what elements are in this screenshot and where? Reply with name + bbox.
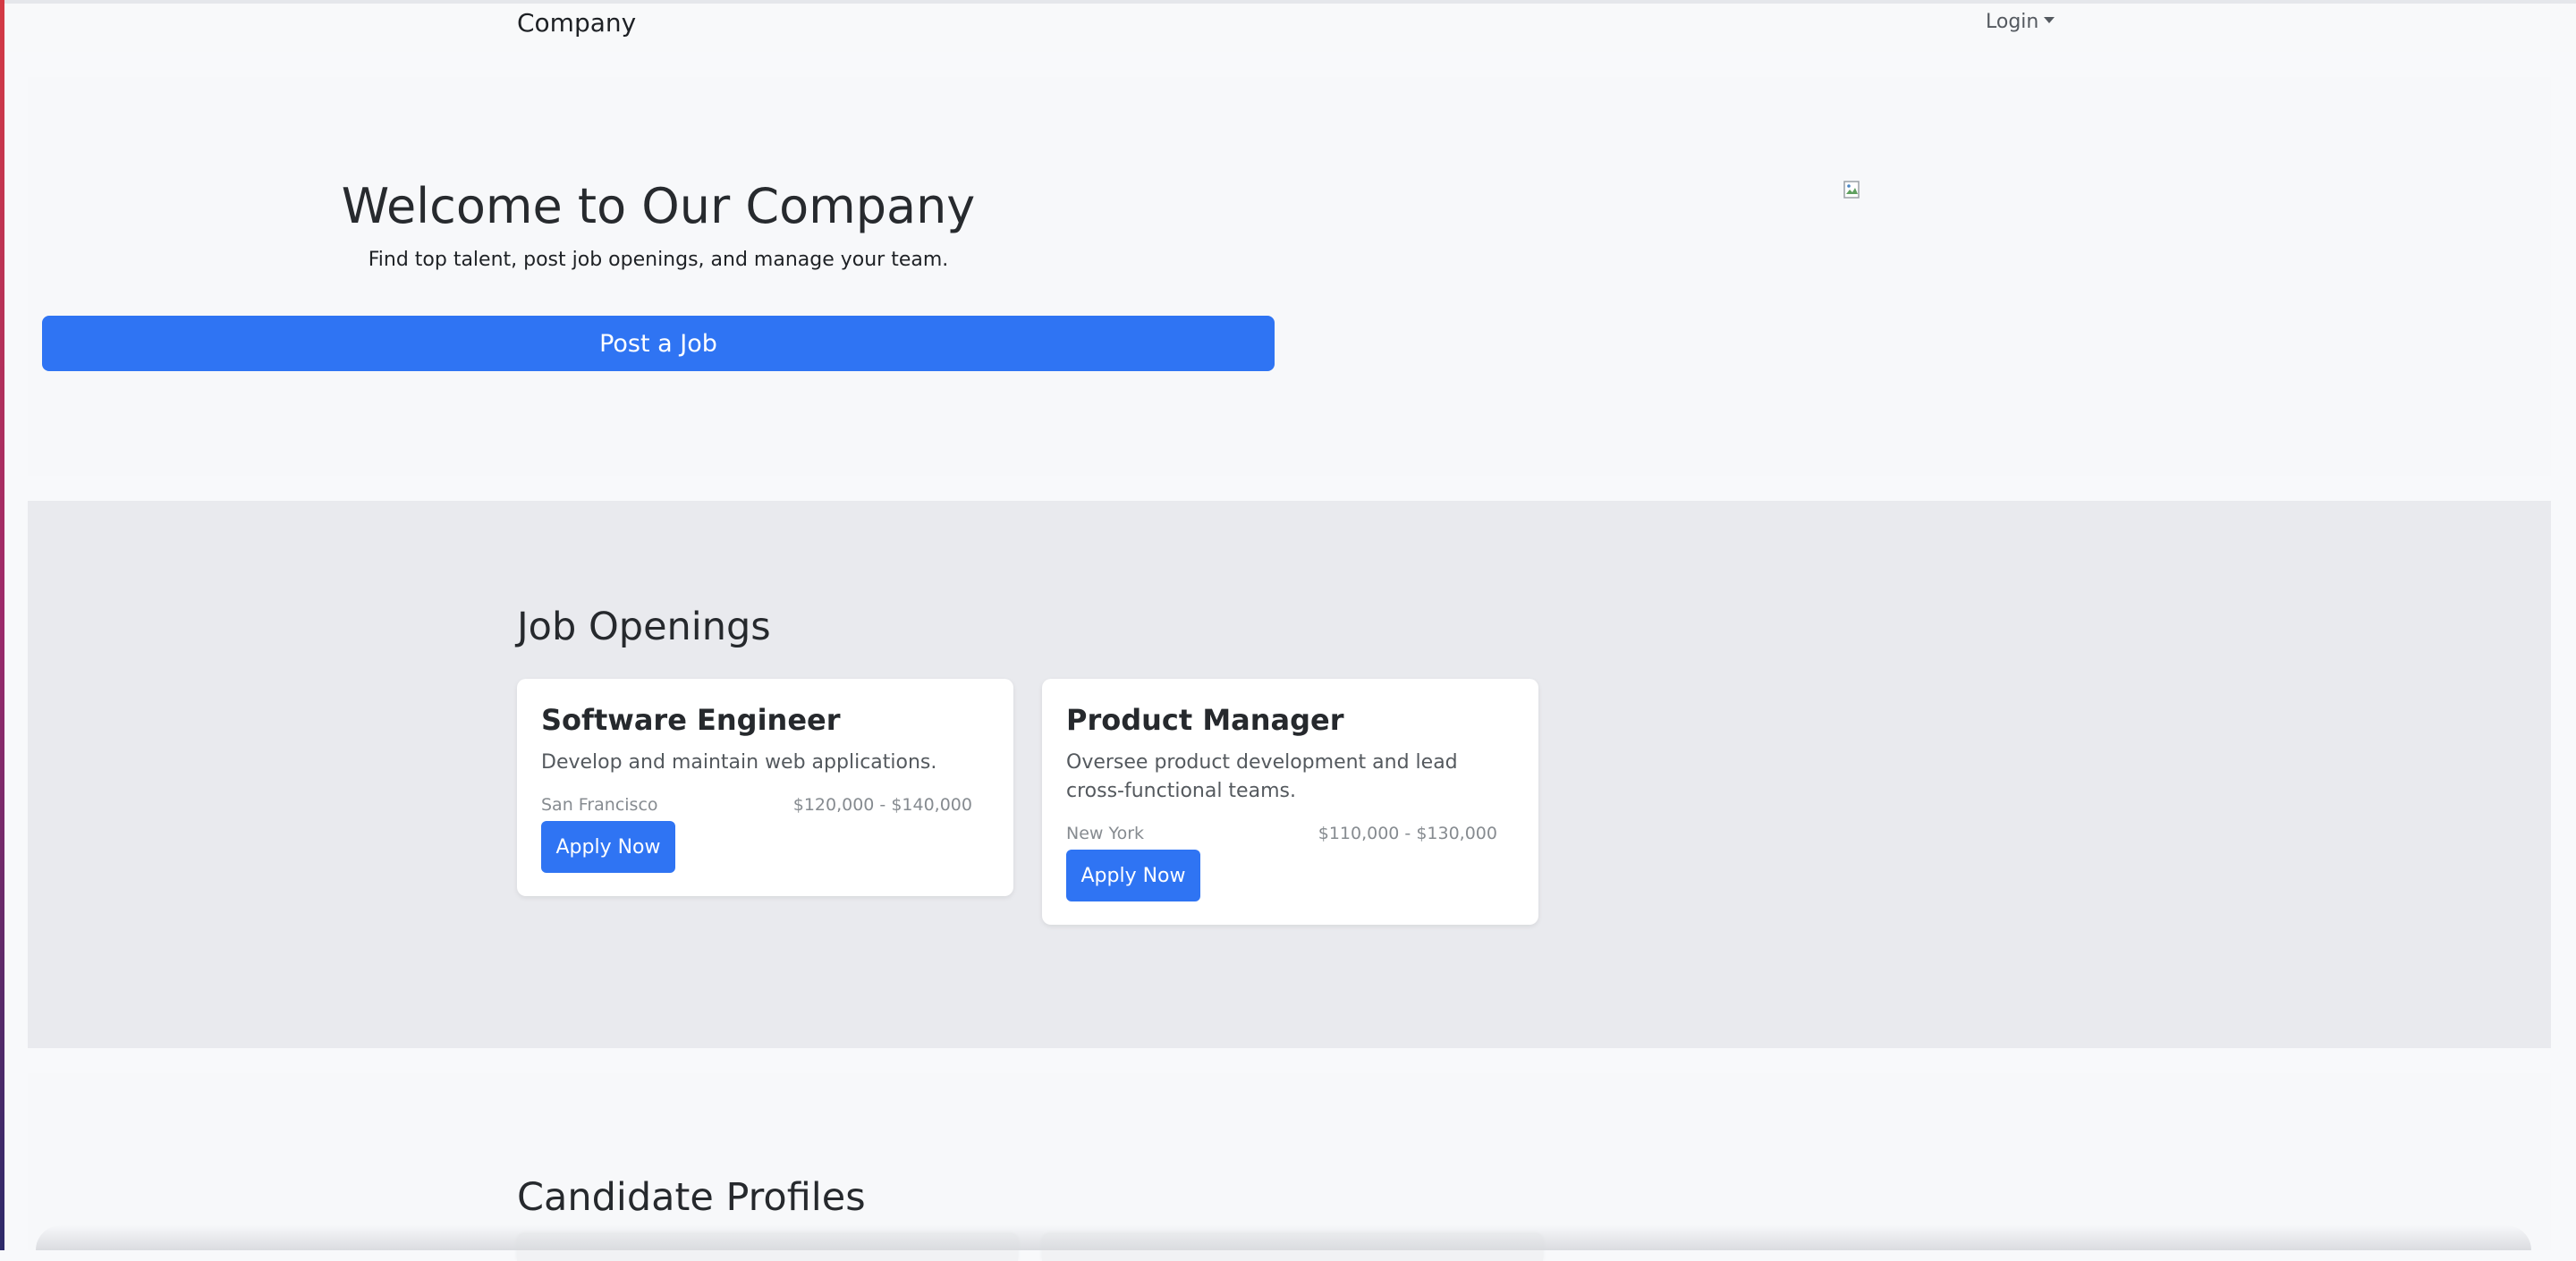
caret-down-icon (2044, 16, 2055, 23)
apply-now-button[interactable]: Apply Now (541, 821, 675, 873)
job-salary: $120,000 - $140,000 (792, 795, 972, 815)
scroll-shadow (36, 1225, 2531, 1250)
job-title: Software Engineer (541, 703, 841, 737)
hero-section: Welcome to Our Company Find top talent, … (28, 77, 2551, 476)
hero-subtitle: Find top talent, post job openings, and … (368, 249, 949, 271)
candidate-profiles-heading: Candidate Profiles (517, 1175, 866, 1220)
hero-title: Welcome to Our Company (341, 178, 976, 234)
job-salary: $110,000 - $130,000 (1318, 824, 1497, 843)
post-job-button[interactable]: Post a Job (42, 316, 1275, 371)
job-location: New York (1066, 824, 1145, 843)
window-edge (0, 0, 4, 1250)
login-dropdown[interactable]: Login (1986, 9, 2055, 36)
job-openings-heading: Job Openings (517, 605, 771, 649)
job-description: Develop and maintain web applications. (541, 751, 937, 774)
apply-now-button[interactable]: Apply Now (1066, 850, 1200, 901)
job-openings-section: Job Openings Software Engineer Develop a… (28, 501, 2551, 1048)
job-card: Product Manager Oversee product developm… (1042, 679, 1538, 925)
navbar: Company Login (4, 4, 2576, 52)
job-card: Software Engineer Develop and maintain w… (517, 679, 1013, 896)
login-label: Login (1986, 11, 2039, 33)
broken-image-icon (1843, 181, 1860, 199)
job-title: Product Manager (1066, 703, 1344, 737)
candidate-profiles-section: Candidate Profiles (28, 1073, 2551, 1261)
brand-logo[interactable]: Company (517, 7, 636, 39)
job-description: Oversee product development and lead cro… (1066, 751, 1458, 802)
job-location: San Francisco (541, 795, 658, 815)
